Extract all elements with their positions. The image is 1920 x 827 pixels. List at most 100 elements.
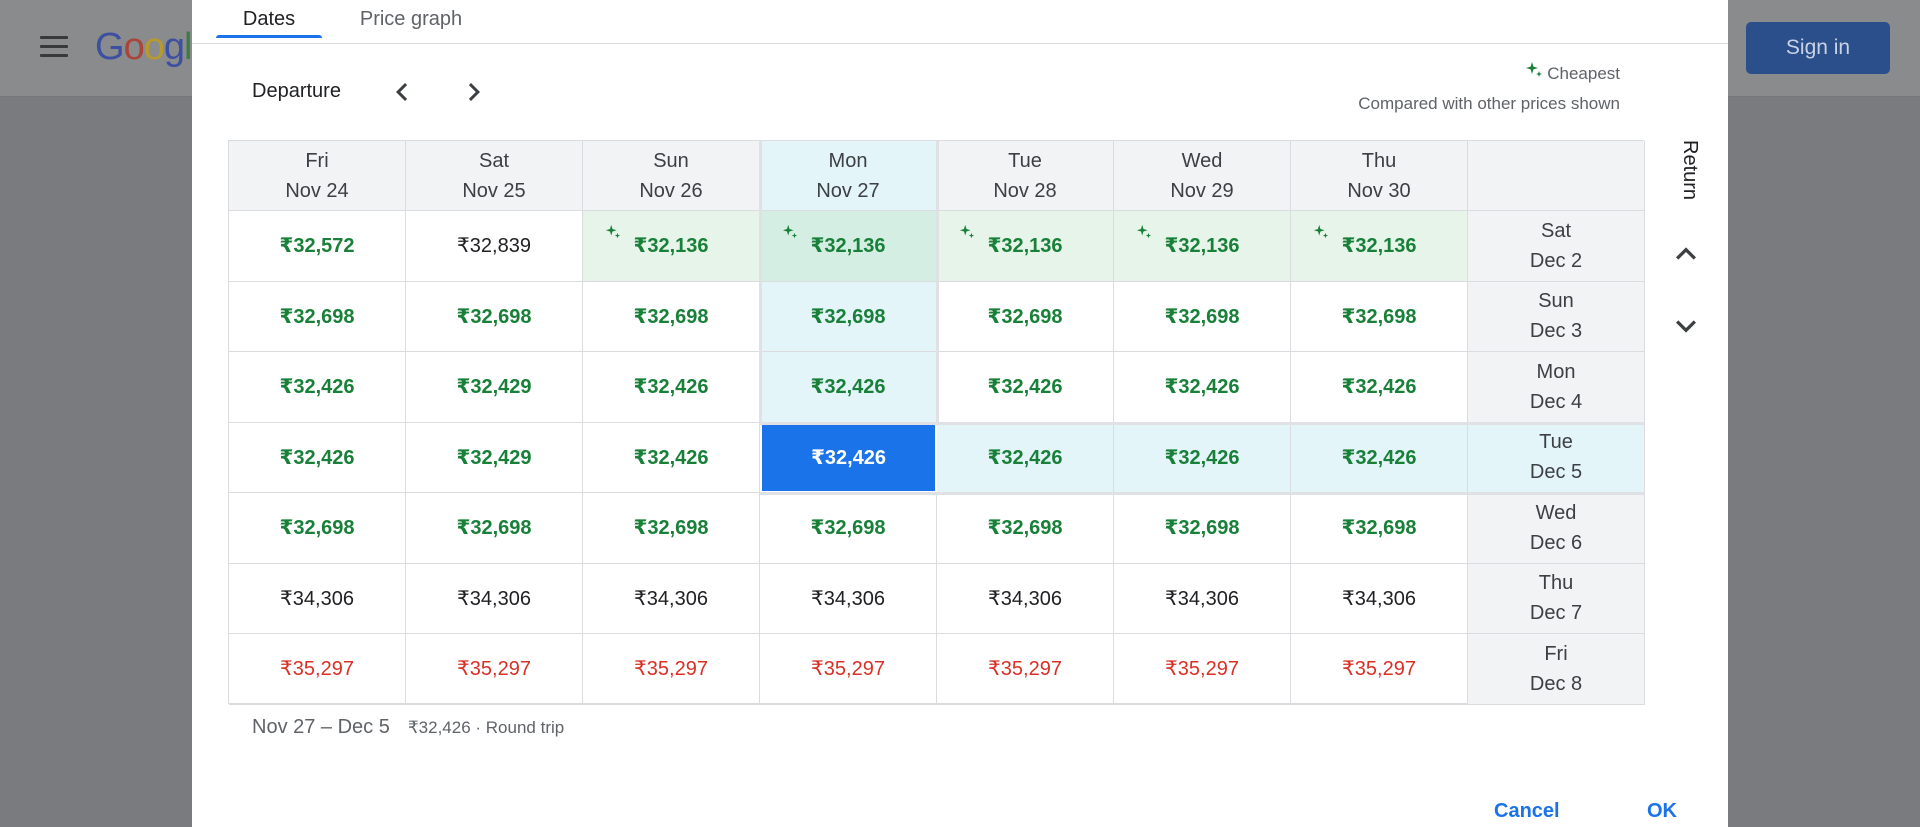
price-cell[interactable]: ₹32,426	[583, 422, 760, 493]
selected-price-cell[interactable]: ₹32,426	[760, 422, 937, 493]
price-cell[interactable]: ₹32,698	[406, 281, 583, 352]
chevron-down-icon[interactable]	[1666, 306, 1706, 346]
price-cell[interactable]: ₹32,426	[1114, 422, 1291, 493]
price-cell[interactable]: ₹32,426	[1291, 422, 1468, 493]
price-cell[interactable]: ₹32,136	[583, 211, 760, 282]
price-value: ₹32,136	[987, 235, 1063, 258]
price-value: ₹32,572	[279, 235, 355, 258]
hamburger-icon[interactable]	[40, 36, 68, 58]
price-cell[interactable]: ₹35,297	[760, 634, 937, 705]
price-cell[interactable]: ₹32,698	[1114, 281, 1291, 352]
ok-button[interactable]: OK	[1647, 800, 1677, 823]
price-cell[interactable]: ₹32,698	[937, 281, 1114, 352]
price-cell[interactable]: ₹32,136	[937, 211, 1114, 282]
price-cell[interactable]: ₹32,136	[760, 211, 937, 282]
price-value: ₹32,698	[456, 517, 532, 540]
selection-summary: Nov 27 – Dec 5 ₹32,426 · Round trip	[252, 716, 564, 739]
price-cell[interactable]: ₹34,306	[937, 563, 1114, 634]
price-value: ₹35,297	[1342, 658, 1416, 681]
price-cell[interactable]: ₹32,426	[583, 352, 760, 423]
price-cell[interactable]: ₹32,698	[760, 493, 937, 564]
header-day: Wed	[1535, 501, 1577, 524]
price-value: ₹32,698	[810, 517, 886, 540]
sign-in-button[interactable]: Sign in	[1746, 22, 1890, 74]
departure-date-header: Sun Nov 26	[583, 141, 760, 211]
price-cell[interactable]: ₹32,426	[1114, 352, 1291, 423]
price-cell[interactable]: ₹35,297	[937, 634, 1114, 705]
price-value: ₹35,297	[634, 658, 708, 681]
price-cell[interactable]: ₹32,426	[229, 422, 406, 493]
price-value: ₹32,136	[810, 235, 886, 258]
price-value: ₹32,698	[633, 305, 709, 328]
sparkle-icon	[959, 223, 975, 246]
price-cell[interactable]: ₹32,426	[937, 422, 1114, 493]
price-cell[interactable]: ₹32,429	[406, 422, 583, 493]
price-cell[interactable]: ₹32,426	[937, 352, 1114, 423]
return-date-header: Mon Dec 4	[1468, 352, 1645, 423]
price-cell[interactable]: ₹32,698	[1291, 281, 1468, 352]
price-cell[interactable]: ₹32,839	[406, 211, 583, 282]
price-value: ₹32,426	[987, 376, 1063, 399]
header-day: Wed	[1181, 149, 1223, 172]
price-value: ₹32,426	[810, 376, 886, 399]
price-cell[interactable]: ₹34,306	[406, 563, 583, 634]
price-legend: Cheapest Compared with other prices show…	[1358, 62, 1620, 114]
logo-letter: G	[95, 26, 125, 68]
price-cell[interactable]: ₹34,306	[1114, 563, 1291, 634]
price-cell[interactable]: ₹32,426	[1291, 352, 1468, 423]
price-cell[interactable]: ₹32,698	[1114, 493, 1291, 564]
tab-price-graph[interactable]: Price graph	[346, 0, 476, 44]
price-cell[interactable]: ₹35,297	[1114, 634, 1291, 705]
price-value: ₹32,839	[457, 235, 531, 258]
price-cell[interactable]: ₹32,136	[1291, 211, 1468, 282]
price-cell[interactable]: ₹34,306	[229, 563, 406, 634]
price-cell[interactable]: ₹32,698	[229, 493, 406, 564]
price-cell[interactable]: ₹35,297	[1291, 634, 1468, 705]
price-value: ₹34,306	[1165, 587, 1239, 610]
price-cell[interactable]: ₹32,426	[760, 352, 937, 423]
return-date-header: Thu Dec 7	[1468, 563, 1645, 634]
price-cell[interactable]: ₹32,572	[229, 211, 406, 282]
return-date-header: Tue Dec 5	[1468, 422, 1645, 493]
price-cell[interactable]: ₹32,698	[406, 493, 583, 564]
header-date: Dec 3	[1529, 320, 1583, 343]
header-date: Dec 2	[1529, 249, 1583, 272]
header-date: Nov 24	[285, 179, 349, 202]
price-value: ₹32,426	[810, 447, 887, 470]
price-cell[interactable]: ₹32,698	[229, 281, 406, 352]
price-value: ₹32,426	[279, 446, 355, 469]
price-cell[interactable]: ₹32,698	[760, 281, 937, 352]
price-cell[interactable]: ₹32,136	[1114, 211, 1291, 282]
price-value: ₹32,136	[1341, 235, 1417, 258]
price-cell[interactable]: ₹35,297	[406, 634, 583, 705]
tab-dates[interactable]: Dates	[216, 0, 322, 44]
price-cell[interactable]: ₹34,306	[760, 563, 937, 634]
chevron-right-icon[interactable]	[456, 74, 492, 110]
price-value: ₹32,426	[1164, 376, 1240, 399]
logo-letter: g	[163, 26, 185, 68]
price-value: ₹34,306	[280, 587, 354, 610]
price-cell[interactable]: ₹34,306	[583, 563, 760, 634]
price-cell[interactable]: ₹34,306	[1291, 563, 1468, 634]
column-highlight-border	[936, 141, 939, 423]
price-cell[interactable]: ₹32,426	[229, 352, 406, 423]
row-highlight-border	[760, 492, 1645, 495]
price-cell[interactable]: ₹32,698	[1291, 493, 1468, 564]
price-cell[interactable]: ₹32,698	[583, 281, 760, 352]
chevron-left-icon[interactable]	[384, 74, 420, 110]
legend-note: Compared with other prices shown	[1358, 94, 1620, 113]
cancel-button[interactable]: Cancel	[1494, 800, 1560, 823]
price-cell[interactable]: ₹32,698	[937, 493, 1114, 564]
chevron-up-icon[interactable]	[1666, 234, 1706, 274]
price-value: ₹32,136	[633, 235, 709, 258]
price-cell[interactable]: ₹35,297	[229, 634, 406, 705]
header-day: Sun	[1538, 290, 1574, 313]
price-value: ₹35,297	[1165, 658, 1239, 681]
price-value: ₹32,426	[279, 376, 355, 399]
price-value: ₹32,426	[1341, 446, 1417, 469]
header-date: Nov 26	[639, 179, 703, 202]
price-cell[interactable]: ₹35,297	[583, 634, 760, 705]
price-cell[interactable]: ₹32,698	[583, 493, 760, 564]
row-highlight-border	[760, 421, 1645, 425]
price-cell[interactable]: ₹32,429	[406, 352, 583, 423]
